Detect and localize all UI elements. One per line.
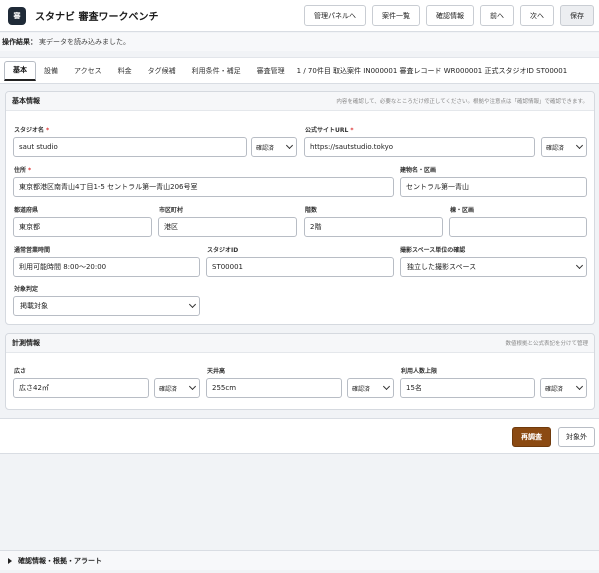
address-label: 住所 * — [14, 165, 31, 174]
prev-button[interactable]: 前へ — [480, 5, 514, 26]
address-input[interactable]: 東京都港区南青山4丁目1-5 セントラル第一青山206号室 — [13, 177, 394, 197]
capacity-label: 利用人数上限 — [401, 368, 438, 375]
area-status-select[interactable]: 確認済 — [154, 378, 200, 398]
building-label: 建物名・区画 — [400, 167, 437, 174]
measure-info-hint: 数値根拠と公式表記を分けて管理 — [505, 341, 588, 347]
target-value: 掲載対象 — [20, 302, 48, 310]
save-button[interactable]: 保存 — [560, 5, 594, 26]
action-bar: 再調査 対象外 — [0, 418, 599, 454]
exclude-button[interactable]: 対象外 — [558, 427, 595, 447]
next-button[interactable]: 次へ — [520, 5, 554, 26]
tab-tag-candidates[interactable]: タグ候補 — [140, 61, 184, 81]
app-title: スタナビ 審査ワークベンチ — [35, 12, 159, 23]
basic-info-hint: 内容を確認して、必要なところだけ修正してください。根拠や注意点は「確認情報」で確… — [336, 99, 588, 105]
floor-label: 階数 — [305, 207, 318, 214]
prefecture-input[interactable]: 東京都 — [13, 217, 152, 237]
website-label: 公式サイトURL * — [305, 125, 353, 134]
chevron-down-icon — [188, 382, 197, 391]
target-select[interactable]: 掲載対象 — [13, 296, 200, 316]
tab-access[interactable]: アクセス — [66, 61, 110, 81]
studio-name-label: スタジオ名 * — [14, 125, 49, 134]
status-label: 操作結果： — [2, 38, 37, 46]
confirm-info-button[interactable]: 確認情報 — [426, 5, 474, 26]
area-status: 確認済 — [159, 385, 178, 393]
required-mark: * — [28, 167, 32, 174]
chevron-down-icon — [575, 382, 584, 391]
capacity-status-select[interactable]: 確認済 — [540, 378, 587, 398]
chevron-down-icon — [575, 261, 584, 270]
accordion-label: 確認情報・根拠・アラート — [18, 556, 102, 565]
studio-name-input[interactable]: saut studio — [13, 137, 247, 157]
ceiling-status-select[interactable]: 確認済 — [347, 378, 394, 398]
capacity-input[interactable]: 15名 — [400, 378, 535, 398]
prefecture-label: 都道府県 — [14, 207, 39, 214]
website-status: 確認済 — [546, 144, 565, 152]
address-label-text: 住所 — [14, 167, 27, 174]
basic-info-header: 基本情報 内容を確認して、必要なところだけ修正してください。根拠や注意点は「確認… — [6, 92, 594, 111]
studio-id-label: スタジオID — [207, 247, 239, 254]
area-input[interactable]: 広さ42㎡ — [13, 378, 149, 398]
area-label: 広さ — [14, 368, 27, 375]
confirm-info-accordion[interactable]: 確認情報・根拠・アラート — [0, 550, 599, 570]
basic-info-title: 基本情報 — [12, 97, 40, 105]
hours-input[interactable]: 利用可能時間 8:00〜20:00 — [13, 257, 200, 277]
tab-basic[interactable]: 基本 — [4, 60, 36, 81]
website-status-select[interactable]: 確認済 — [541, 137, 587, 157]
app-logo: 審 — [8, 6, 26, 25]
ceiling-label: 天井高 — [207, 368, 226, 375]
studio-id-input[interactable]: ST00001 — [206, 257, 394, 277]
tab-terms[interactable]: 利用条件・補足 — [184, 61, 249, 81]
block-label: 棟・区画 — [450, 207, 475, 214]
space-unit-select[interactable]: 独立した撮影スペース — [400, 257, 587, 277]
ceiling-input[interactable]: 255cm — [206, 378, 342, 398]
required-mark: * — [350, 127, 354, 134]
building-input[interactable]: セントラル第一青山 — [400, 177, 587, 197]
block-input[interactable] — [449, 217, 587, 237]
studio-name-status-select[interactable]: 確認済 — [251, 137, 297, 157]
required-mark: * — [46, 127, 50, 134]
header-toolbar: 管理パネルへ 案件一覧 確認情報 前へ 次へ 保存 — [298, 5, 594, 26]
measure-info-header: 計測情報 数値根拠と公式表記を分けて管理 — [6, 334, 594, 353]
admin-panel-button[interactable]: 管理パネルへ — [304, 5, 366, 26]
city-label: 市区町村 — [159, 207, 184, 214]
tab-equipment[interactable]: 設備 — [36, 61, 66, 81]
ceiling-status: 確認済 — [352, 385, 371, 393]
basic-info-card: 基本情報 内容を確認して、必要なところだけ修正してください。根拠や注意点は「確認… — [5, 91, 595, 325]
space-unit-label: 撮影スペース単位の確認 — [400, 247, 466, 254]
tab-price[interactable]: 料金 — [110, 61, 140, 81]
chevron-down-icon — [188, 300, 197, 309]
chevron-down-icon — [575, 141, 584, 150]
measure-info-card: 計測情報 数値根拠と公式表記を分けて管理 広さ 広さ42㎡ 確認済 天井高 25… — [5, 333, 595, 410]
measure-info-title: 計測情報 — [12, 339, 40, 347]
capacity-status: 確認済 — [545, 385, 564, 393]
chevron-down-icon — [285, 141, 294, 150]
app-header: 審 スタナビ 審査ワークベンチ 管理パネルへ 案件一覧 確認情報 前へ 次へ 保… — [0, 0, 599, 32]
chevron-down-icon — [382, 382, 391, 391]
tab-review-management[interactable]: 審査管理 — [249, 61, 293, 81]
caret-right-icon — [8, 557, 12, 564]
hours-label: 通常営業時間 — [14, 247, 51, 254]
city-input[interactable]: 港区 — [158, 217, 297, 237]
studio-name-status: 確認済 — [256, 144, 275, 152]
record-info: 1 / 70件目 取込案件 IN000001 審査レコード WR000001 正… — [296, 66, 568, 75]
operation-status: 操作結果： 実データを読み込みました。 — [0, 33, 599, 51]
floor-input[interactable]: 2階 — [304, 217, 443, 237]
status-message: 実データを読み込みました。 — [39, 38, 130, 46]
website-input[interactable]: https://sautstudio.tokyo — [304, 137, 535, 157]
case-list-button[interactable]: 案件一覧 — [372, 5, 420, 26]
tab-bar: 基本 設備 アクセス 料金 タグ候補 利用条件・補足 審査管理 1 / 70件目… — [0, 57, 599, 84]
space-unit-value: 独立した撮影スペース — [407, 263, 477, 271]
target-label: 対象判定 — [14, 286, 39, 293]
studio-name-label-text: スタジオ名 — [14, 127, 45, 134]
website-label-text: 公式サイトURL — [305, 127, 349, 134]
recheck-button[interactable]: 再調査 — [512, 427, 551, 447]
